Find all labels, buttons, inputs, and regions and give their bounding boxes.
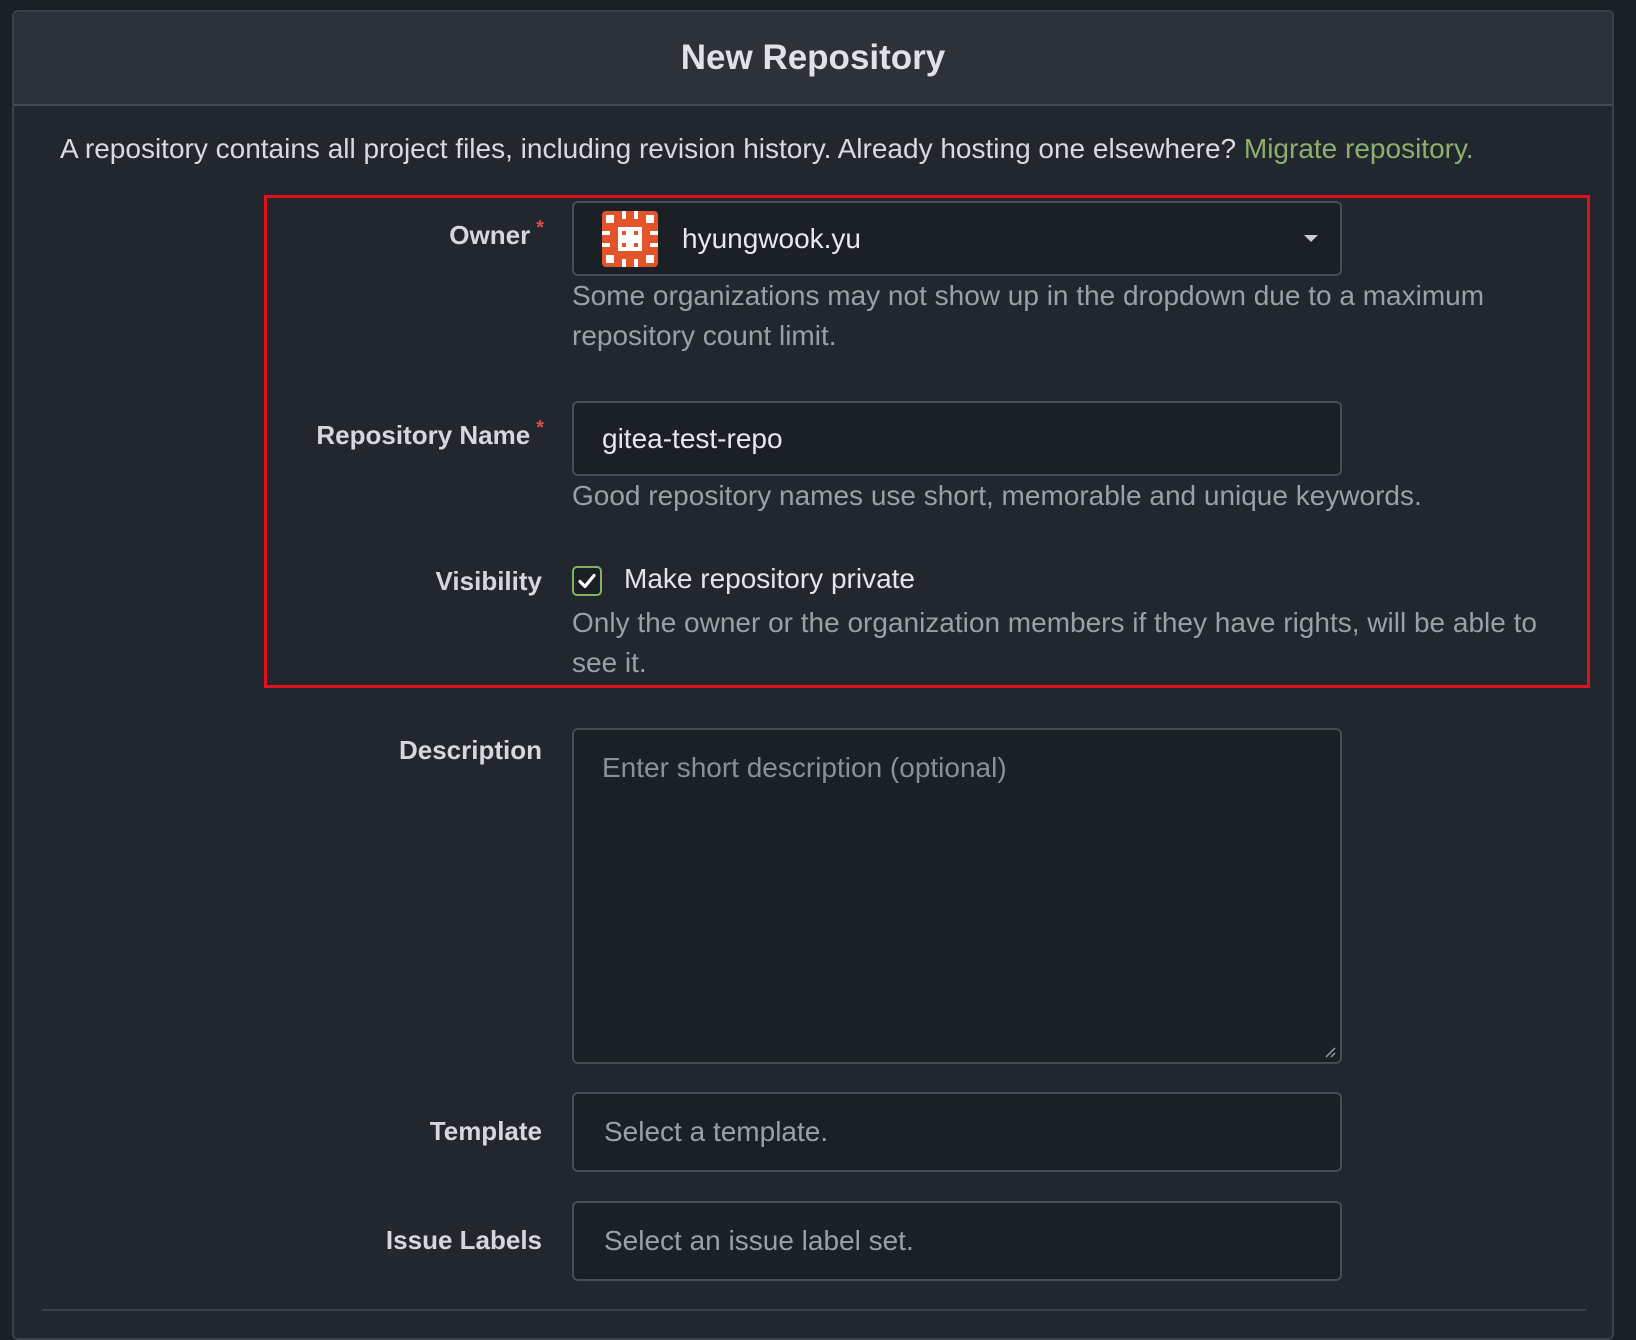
template-select[interactable]: Select a template. <box>572 1092 1342 1172</box>
template-label: Template <box>429 1116 542 1146</box>
intro-text: A repository contains all project files,… <box>60 133 1474 165</box>
migrate-repository-link[interactable]: Migrate repository. <box>1244 133 1474 164</box>
owner-dropdown[interactable]: hyungwook.yu <box>572 201 1342 276</box>
intro-description: A repository contains all project files,… <box>60 133 1237 164</box>
repository-name-help-text: Good repository names use short, memorab… <box>572 480 1422 511</box>
template-placeholder: Select a template. <box>604 1116 829 1147</box>
repository-name-input[interactable]: gitea-test-repo <box>572 401 1342 476</box>
private-checkbox[interactable] <box>572 566 602 596</box>
repository-name-label-text: Repository Name <box>316 420 531 450</box>
owner-value: hyungwook.yu <box>682 222 862 254</box>
page-title: New Repository <box>680 38 946 77</box>
description-label: Description <box>398 735 542 765</box>
description-textarea[interactable]: Enter short description (optional) <box>572 728 1342 1064</box>
repository-name-value: gitea-test-repo <box>602 422 783 454</box>
required-marker: * <box>536 417 544 439</box>
repository-name-label: Repository Name * <box>316 417 544 451</box>
issue-labels-placeholder: Select an issue label set. <box>604 1225 914 1256</box>
section-divider <box>42 1309 1586 1311</box>
issue-labels-label: Issue Labels <box>385 1225 542 1255</box>
owner-label: Owner * <box>449 217 544 251</box>
visibility-help-text: Only the owner or the organization membe… <box>572 607 1537 678</box>
owner-label-text: Owner <box>449 220 531 250</box>
chevron-down-icon[interactable] <box>1304 235 1318 242</box>
required-marker: * <box>536 217 544 239</box>
issue-labels-select[interactable]: Select an issue label set. <box>572 1201 1342 1281</box>
checkmark-icon <box>578 573 596 589</box>
panel-header: New Repository <box>14 12 1612 106</box>
visibility-label: Visibility <box>435 566 542 596</box>
owner-help-text: Some organizations may not show up in th… <box>572 280 1485 351</box>
private-checkbox-label[interactable]: Make repository private <box>624 563 915 595</box>
resize-grip-icon[interactable] <box>1324 1046 1336 1058</box>
description-placeholder: Enter short description (optional) <box>602 752 1007 783</box>
avatar <box>602 210 658 267</box>
